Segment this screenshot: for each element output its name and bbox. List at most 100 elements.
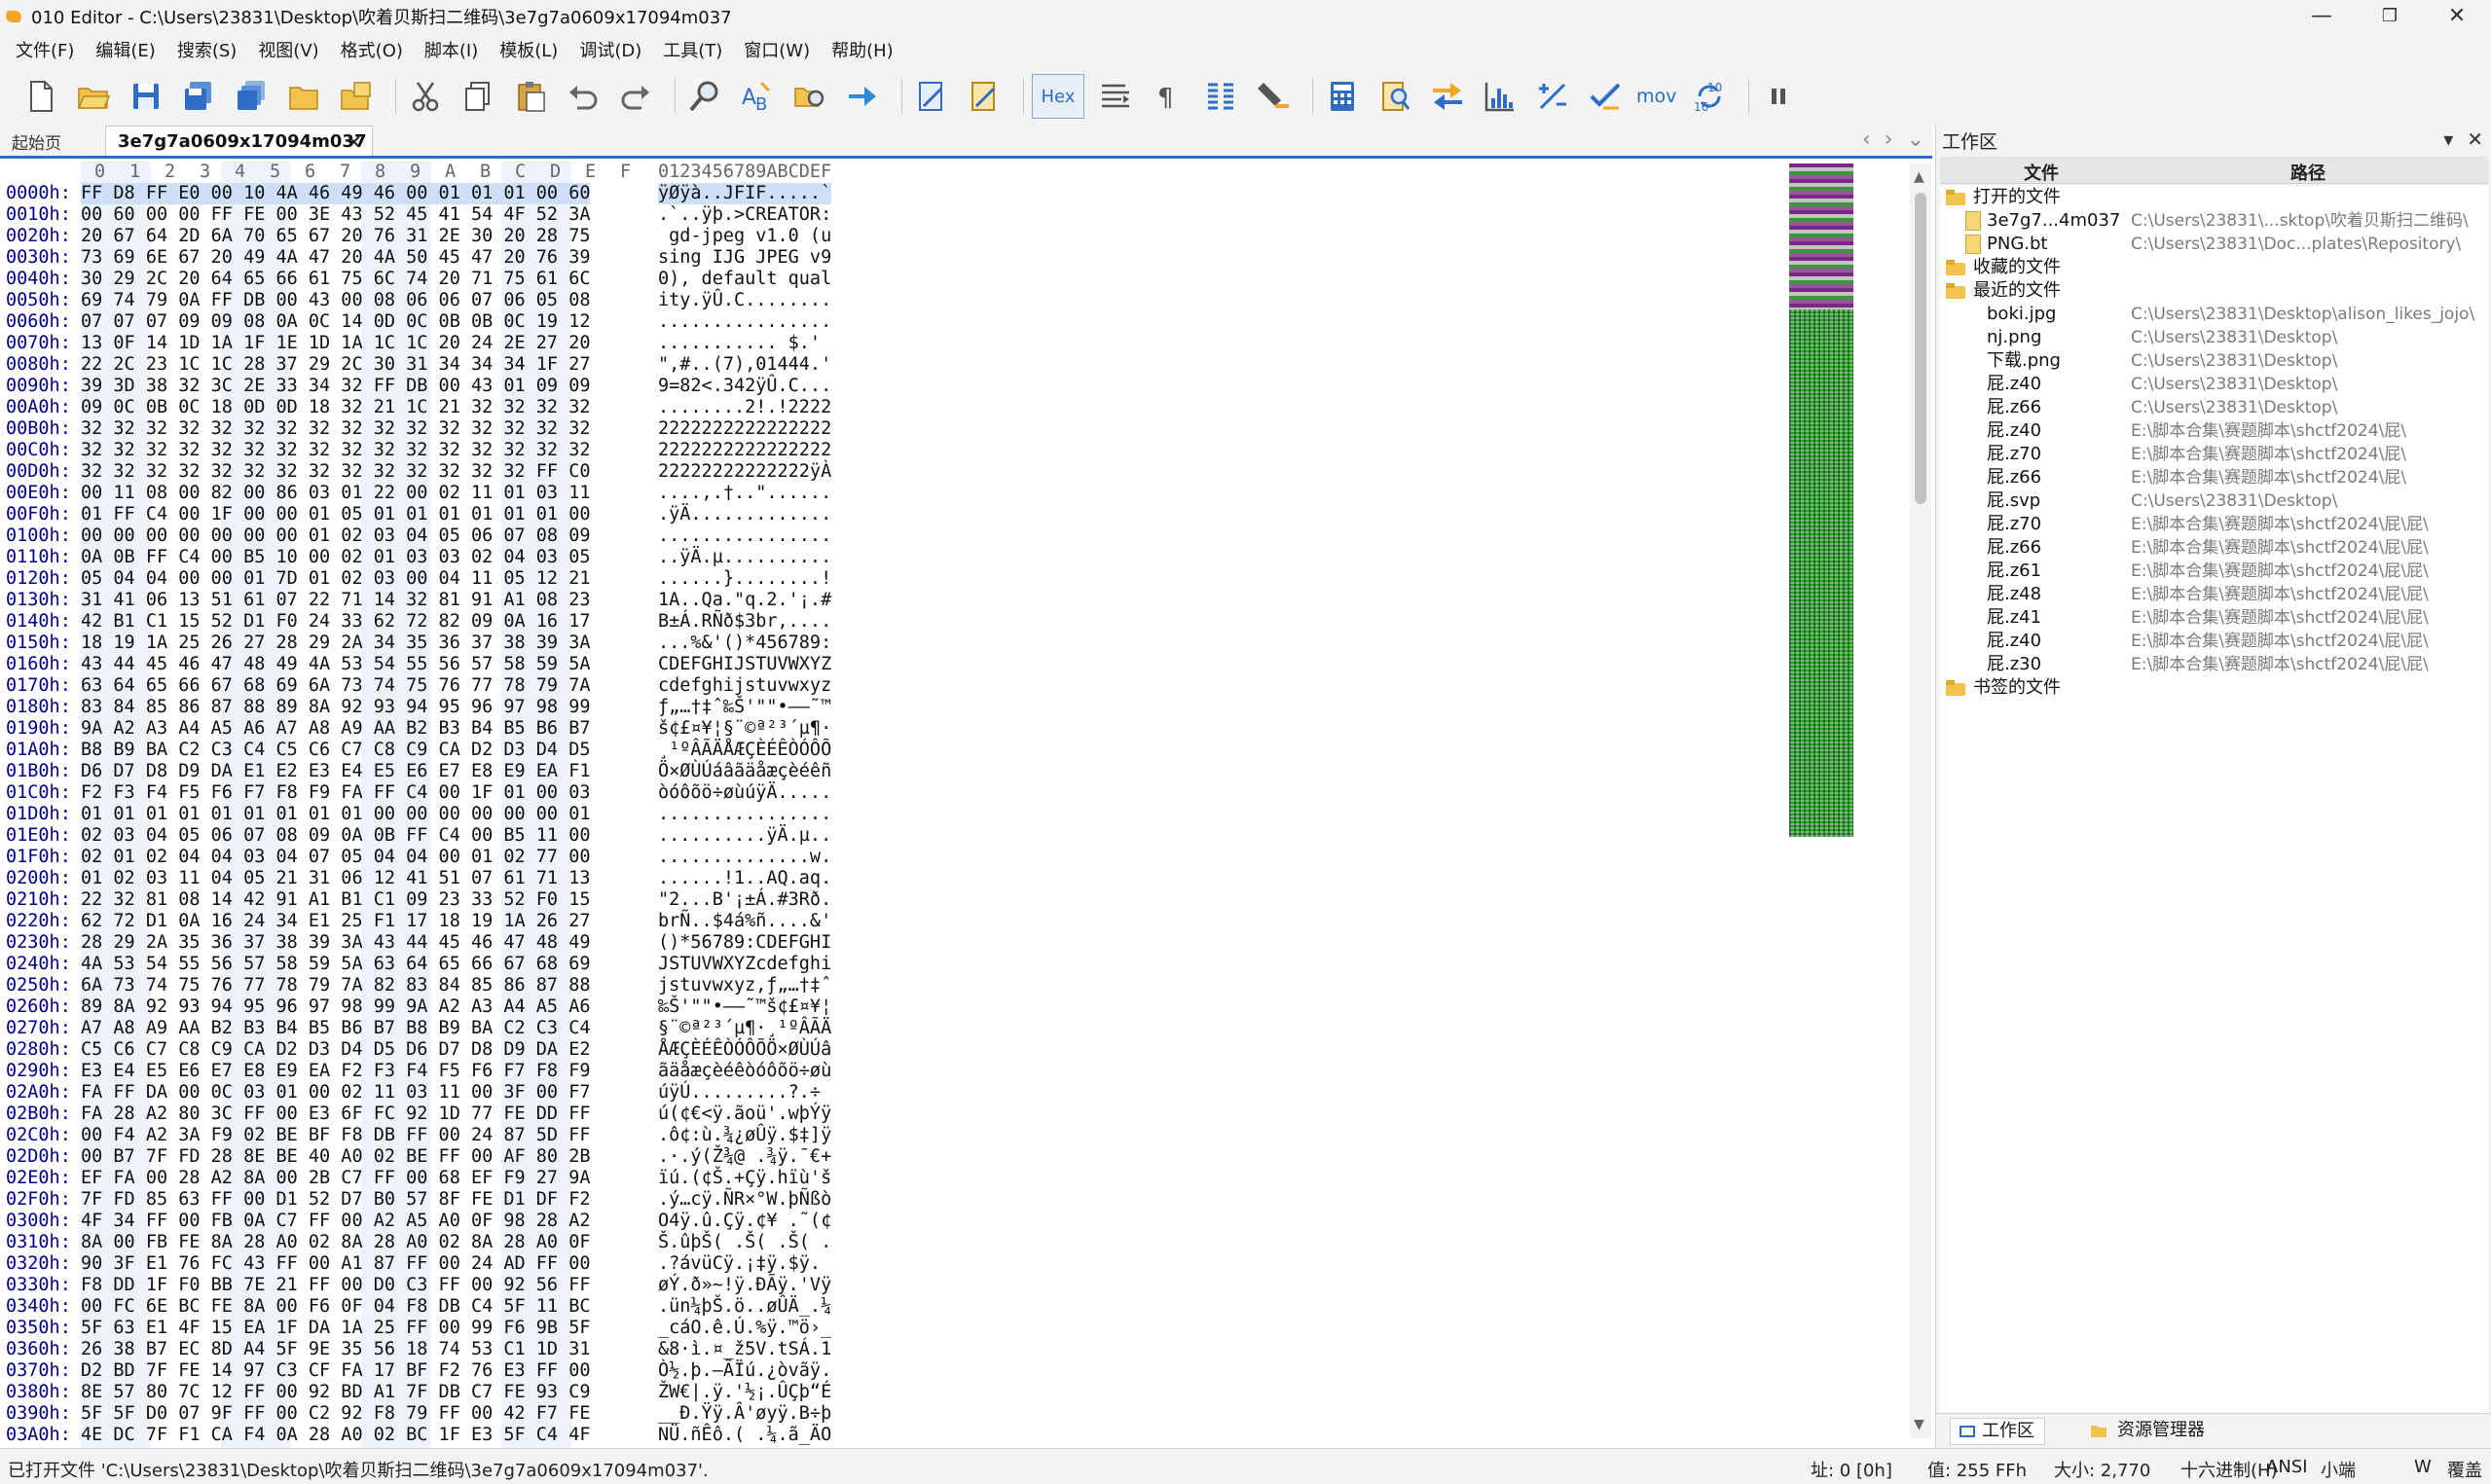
row-hex-bytes[interactable]: 83 84 85 86 87 88 89 8A 92 93 94 95 96 9… xyxy=(81,697,590,718)
row-hex-bytes[interactable]: FF D8 FF E0 00 10 4A 46 49 46 00 01 01 0… xyxy=(81,183,591,204)
workspace-dropdown-icon[interactable]: ▾ xyxy=(2443,127,2453,151)
tab-start-page[interactable]: 起始页 xyxy=(12,129,61,154)
row-ascii[interactable]: ŽW€|.ÿ.'½¡.ÛÇþ“É xyxy=(658,1382,831,1403)
hex-row[interactable]: 01C0h: F2 F3 F4 F5 F6 F7 F8 F9 FA FF C4 0… xyxy=(0,782,857,804)
hex-row[interactable]: 0070h: 13 0F 14 1D 1A 1F 1E 1D 1A 1C 1C 2… xyxy=(0,333,857,354)
row-hex-bytes[interactable]: EF FA 00 28 A2 8A 00 2B C7 FF 00 68 EF F… xyxy=(81,1168,590,1189)
row-ascii[interactable]: ãäåæçèéêòóôõö÷øù xyxy=(658,1061,831,1082)
row-ascii[interactable]: .ün¼þŠ.ö..øÛÄ_.¼ xyxy=(658,1296,831,1318)
menu-templates[interactable]: 模板(L) xyxy=(492,37,571,62)
hex-row[interactable]: 0340h: 00 FC 6E BC FE 8A 00 F6 0F 04 F8 D… xyxy=(0,1296,857,1318)
row-ascii[interactable]: øÝ.ð»~!ÿ.ÐÃÿ.'Vÿ xyxy=(658,1275,831,1296)
row-hex-bytes[interactable]: 43 44 45 46 47 48 49 4A 53 54 55 56 57 5… xyxy=(81,654,590,675)
row-ascii[interactable]: ÿØÿà..JFIF.....` xyxy=(658,183,832,204)
row-ascii[interactable]: B±Á.RÑð$3br‚.... xyxy=(658,611,831,633)
copy-icon[interactable] xyxy=(457,75,499,118)
open-folder-icon[interactable] xyxy=(282,75,325,118)
row-ascii[interactable]: ................ xyxy=(658,525,831,547)
row-ascii[interactable]: 22222222222222ÿÀ xyxy=(658,461,831,483)
row-ascii[interactable]: ¸¹ºÂÃÄÅÆÇÈÉÊÒÓÔÕ xyxy=(658,740,831,761)
row-hex-bytes[interactable]: 89 8A 92 93 94 95 96 97 98 99 9A A2 A3 A… xyxy=(81,996,590,1018)
row-ascii[interactable]: CDEFGHIJSTUVWXYZ xyxy=(658,654,831,675)
status-overwrite[interactable]: 覆盖 xyxy=(2447,1457,2482,1482)
row-ascii[interactable]: jstuvwxyz‚ƒ„…†‡ˆ xyxy=(658,975,831,996)
row-ascii[interactable]: ",#..(7),01444.' xyxy=(658,354,831,376)
row-hex-bytes[interactable]: 00 11 08 00 82 00 86 03 01 22 00 02 11 0… xyxy=(81,483,590,504)
status-write[interactable]: W xyxy=(2414,1457,2432,1477)
status-endian[interactable]: 小端 xyxy=(2321,1457,2356,1482)
row-ascii[interactable]: ......}........! xyxy=(658,568,831,590)
tab-next-icon[interactable]: › xyxy=(1885,127,1893,152)
run-template-icon[interactable] xyxy=(963,75,1006,118)
hex-row[interactable]: 01F0h: 02 01 02 04 04 03 04 07 05 04 04 0… xyxy=(0,847,857,868)
row-ascii[interactable]: gd-jpeg v1.0 (u xyxy=(658,226,831,247)
tree-item[interactable]: 屁.z70 E:\脚本合集\赛题脚本\shctf2024\屁\ xyxy=(1940,443,2488,466)
save-icon[interactable] xyxy=(125,75,167,118)
row-ascii[interactable]: ...%&'()*456789: xyxy=(658,633,831,654)
tab-file[interactable]: 3e7g7a0609x17094m037 ✕ xyxy=(105,126,373,156)
histogram-icon[interactable] xyxy=(1479,75,1521,118)
tree-item[interactable]: 屁.z40 E:\脚本合集\赛题脚本\shctf2024\屁\屁\ xyxy=(1940,630,2488,653)
tree-item[interactable]: 下载.png C:\Users\23831\Desktop\ xyxy=(1940,349,2488,373)
hex-row[interactable]: 01E0h: 02 03 04 05 06 07 08 09 0A 0B FF C… xyxy=(0,825,857,847)
hex-row[interactable]: 0360h: 26 38 B7 EC 8D A4 5F 9E 35 56 18 7… xyxy=(0,1339,857,1360)
hex-row[interactable]: 0170h: 63 64 65 66 67 68 69 6A 73 74 75 7… xyxy=(0,675,857,697)
row-hex-bytes[interactable]: 39 3D 38 32 3C 2E 33 34 32 FF DB 00 43 0… xyxy=(81,376,590,397)
row-hex-bytes[interactable]: 09 0C 0B 0C 18 0D 0D 18 32 21 1C 21 32 3… xyxy=(81,397,590,418)
hex-row[interactable]: 0350h: 5F 63 E1 4F 15 EA 1F DA 1A 25 FF 0… xyxy=(0,1318,857,1339)
row-hex-bytes[interactable]: 02 01 02 04 04 03 04 07 05 04 04 00 01 0… xyxy=(81,847,590,868)
hex-row[interactable]: 0160h: 43 44 45 46 47 48 49 4A 53 54 55 5… xyxy=(0,654,857,675)
open-project-icon[interactable] xyxy=(335,75,378,118)
row-ascii[interactable]: 0), default qual xyxy=(658,269,831,290)
menu-help[interactable]: 帮助(H) xyxy=(824,37,907,62)
row-hex-bytes[interactable]: 5F 63 E1 4F 15 EA 1F DA 1A 25 FF 00 99 F… xyxy=(81,1318,590,1339)
compare-icon[interactable] xyxy=(1426,75,1469,118)
hex-row[interactable]: 00A0h: 09 0C 0B 0C 18 0D 0D 18 32 21 1C 2… xyxy=(0,397,857,418)
tree-item[interactable]: 屁.z70 E:\脚本合集\赛题脚本\shctf2024\屁\屁\ xyxy=(1940,513,2488,536)
row-ascii[interactable]: ......!1..AQ.aq. xyxy=(658,868,831,889)
row-ascii[interactable]: ..............w. xyxy=(658,847,831,868)
row-hex-bytes[interactable]: 9A A2 A3 A4 A5 A6 A7 A8 A9 AA B2 B3 B4 B… xyxy=(81,718,590,740)
row-ascii[interactable]: úÿÚ.........?.÷ xyxy=(658,1082,821,1104)
row-hex-bytes[interactable]: F2 F3 F4 F5 F6 F7 F8 F9 FA FF C4 00 1F 0… xyxy=(81,782,590,804)
scroll-up-icon[interactable]: ▲ xyxy=(1914,169,1924,185)
hex-row[interactable]: 01B0h: D6 D7 D8 D9 DA E1 E2 E3 E4 E5 E6 E… xyxy=(0,761,857,782)
tree-item[interactable]: 屁.z66 E:\脚本合集\赛题脚本\shctf2024\屁\ xyxy=(1940,466,2488,489)
hex-row[interactable]: 0030h: 73 69 6E 67 20 49 4A 47 20 4A 50 4… xyxy=(0,247,857,269)
row-hex-bytes[interactable]: B8 B9 BA C2 C3 C4 C5 C6 C7 C8 C9 CA D2 D… xyxy=(81,740,590,761)
row-hex-bytes[interactable]: 31 41 06 13 51 61 07 22 71 14 32 81 91 A… xyxy=(81,590,590,611)
row-hex-bytes[interactable]: D6 D7 D8 D9 DA E1 E2 E3 E4 E5 E6 E7 E8 E… xyxy=(81,761,590,782)
hex-row[interactable]: 0080h: 22 2C 23 1C 1C 28 37 29 2C 30 31 3… xyxy=(0,354,857,376)
row-hex-bytes[interactable]: 01 01 01 01 01 01 01 01 01 00 00 00 00 0… xyxy=(81,804,590,825)
row-hex-bytes[interactable]: 07 07 07 09 09 08 0A 0C 14 0D 0C 0B 0B 0… xyxy=(81,311,590,333)
percent-icon[interactable] xyxy=(1531,75,1574,118)
row-ascii[interactable]: .ÿÄ............. xyxy=(658,504,831,525)
tree-item[interactable]: 屁.z66 C:\Users\23831\Desktop\ xyxy=(1940,396,2488,419)
hex-row[interactable]: 0330h: F8 DD 1F F0 BB 7E 21 FF 00 D0 C3 F… xyxy=(0,1275,857,1296)
hex-row[interactable]: 00B0h: 32 32 32 32 32 32 32 32 32 32 32 3… xyxy=(0,418,857,440)
hex-row[interactable]: 0180h: 83 84 85 86 87 88 89 8A 92 93 94 9… xyxy=(0,697,857,718)
row-hex-bytes[interactable]: E3 E4 E5 E6 E7 E8 E9 EA F2 F3 F4 F5 F6 F… xyxy=(81,1061,590,1082)
row-ascii[interactable]: sing IJG JPEG v9 xyxy=(658,247,831,269)
hex-row[interactable]: 01A0h: B8 B9 BA C2 C3 C4 C5 C6 C7 C8 C9 C… xyxy=(0,740,857,761)
columns-icon[interactable] xyxy=(1199,75,1242,118)
tree-item[interactable]: 屁.z30 E:\脚本合集\赛题脚本\shctf2024\屁\屁\ xyxy=(1940,653,2488,676)
hex-row[interactable]: 0290h: E3 E4 E5 E6 E7 E8 E9 EA F2 F3 F4 F… xyxy=(0,1061,857,1082)
hex-row[interactable]: 01D0h: 01 01 01 01 01 01 01 01 01 00 00 0… xyxy=(0,804,857,825)
hex-row[interactable]: 0270h: A7 A8 A9 AA B2 B3 B4 B5 B6 B7 B8 B… xyxy=(0,1018,857,1039)
row-ascii[interactable]: Š.ûþŠ( .Š( .Š( . xyxy=(658,1232,831,1253)
cut-icon[interactable] xyxy=(404,75,447,118)
hex-row[interactable]: 0140h: 42 B1 C1 15 52 D1 F0 24 33 62 72 8… xyxy=(0,611,857,633)
hex-row[interactable]: 02C0h: 00 F4 A2 3A F9 02 BE BF F8 DB FF 0… xyxy=(0,1125,857,1146)
redo-icon[interactable] xyxy=(614,75,657,118)
row-hex-bytes[interactable]: 6A 73 74 75 76 77 78 79 7A 82 83 84 85 8… xyxy=(81,975,590,996)
hex-row[interactable]: 00C0h: 32 32 32 32 32 32 32 32 32 32 32 3… xyxy=(0,440,857,461)
row-ascii[interactable]: ................ xyxy=(658,804,831,825)
row-ascii[interactable]: §¨©ª²³´µ¶·¸¹ºÂÃÄ xyxy=(658,1018,831,1039)
close-button[interactable]: ✕ xyxy=(2423,0,2491,32)
row-hex-bytes[interactable]: 00 B7 7F FD 28 8E BE 40 A0 02 BE FF 00 A… xyxy=(81,1146,590,1168)
row-ascii[interactable]: JSTUVWXYZcdefghi xyxy=(658,954,831,975)
row-hex-bytes[interactable]: 0A 0B FF C4 00 B5 10 00 02 01 03 03 02 0… xyxy=(81,547,590,568)
column-file[interactable]: 文件 xyxy=(2024,160,2059,185)
row-ascii[interactable]: ()*56789:CDEFGHI xyxy=(658,932,831,954)
